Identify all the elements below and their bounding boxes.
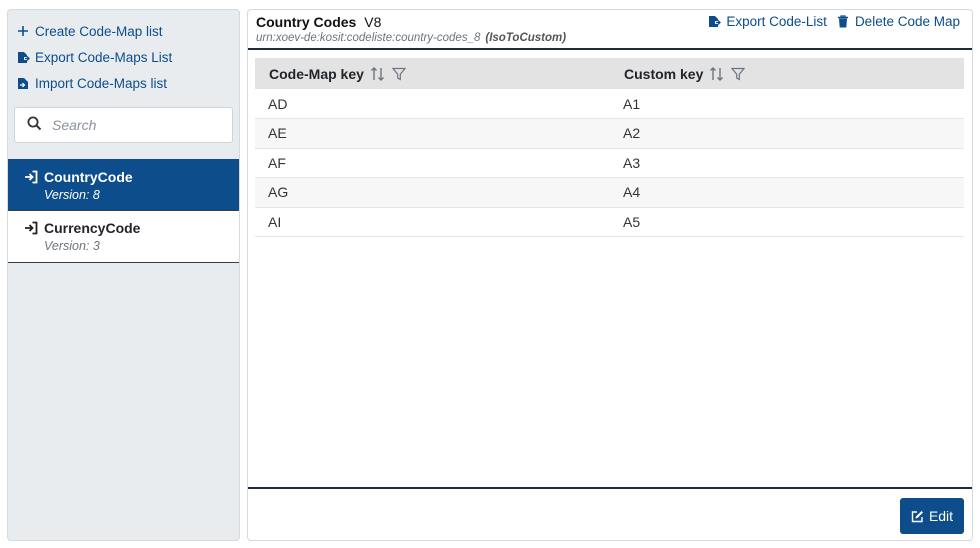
code-map-key-cell: AF <box>255 148 610 178</box>
column-header-label: Custom key <box>624 65 704 82</box>
list-item-currencycode[interactable]: CurrencyCode Version: 3 <box>8 211 239 263</box>
filter-icon[interactable] <box>731 67 746 81</box>
edit-icon <box>911 510 924 523</box>
search-input[interactable] <box>52 117 222 133</box>
sign-in-icon <box>24 170 38 184</box>
custom-key-cell: A4 <box>610 177 964 208</box>
urn-text: urn:xoev-de:kosit:codeliste:country-code… <box>256 32 481 44</box>
export-code-list-label: Export Code-List <box>726 14 827 29</box>
export-code-list-button[interactable]: Export Code-List <box>708 14 827 29</box>
table-row[interactable]: AG A4 <box>255 177 964 208</box>
header-actions: Export Code-List Delete Code Map <box>708 14 960 29</box>
sign-in-icon <box>24 221 38 235</box>
code-map-sidebar: Create Code-Map list Export Code-Maps Li… <box>7 9 240 541</box>
list-item-title: CurrencyCode <box>44 220 141 236</box>
delete-code-map-button[interactable]: Delete Code Map <box>837 14 960 29</box>
filter-icon[interactable] <box>391 67 406 81</box>
trash-icon <box>837 14 851 29</box>
search-icon <box>27 116 42 134</box>
custom-key-cell: A2 <box>610 118 964 149</box>
column-header-code-map-key: Code-Map key <box>255 58 610 89</box>
create-code-map-list-link[interactable]: Create Code-Map list <box>16 18 239 44</box>
detail-header: Country Codes V8 urn:xoev-de:kosit:codel… <box>248 10 972 50</box>
code-map-key-cell: AE <box>255 118 610 149</box>
detail-footer: Edit <box>248 487 972 540</box>
code-map-list: CountryCode Version: 8 CurrencyCode Vers… <box>8 159 239 263</box>
detail-urn: urn:xoev-de:kosit:codeliste:country-code… <box>256 32 972 44</box>
mapping-type: (IsoToCustom) <box>485 32 567 44</box>
detail-title: Country Codes <box>256 14 357 30</box>
sidebar-actions: Create Code-Map list Export Code-Maps Li… <box>8 10 239 96</box>
table-row[interactable]: AD A1 <box>255 89 964 119</box>
sort-icon[interactable] <box>709 66 725 82</box>
detail-version: V8 <box>364 14 382 30</box>
column-header-custom-key: Custom key <box>610 58 964 89</box>
create-code-map-list-label: Create Code-Map list <box>35 23 163 39</box>
code-map-detail: Country Codes V8 urn:xoev-de:kosit:codel… <box>247 9 973 541</box>
list-item-version: Version: 3 <box>44 239 100 253</box>
edit-button[interactable]: Edit <box>900 498 964 534</box>
file-import-icon <box>16 76 30 90</box>
code-map-key-cell: AD <box>255 89 610 119</box>
custom-key-cell: A1 <box>610 89 964 119</box>
table-row[interactable]: AF A3 <box>255 148 964 178</box>
search-box <box>14 107 233 143</box>
import-code-maps-list-label: Import Code-Maps list <box>35 75 168 91</box>
column-header-label: Code-Map key <box>269 65 364 82</box>
list-item-countrycode[interactable]: CountryCode Version: 8 <box>8 159 239 211</box>
file-export-icon <box>16 50 30 64</box>
export-code-maps-list-label: Export Code-Maps List <box>35 49 173 65</box>
code-map-key-cell: AI <box>255 207 610 237</box>
sort-icon[interactable] <box>370 66 386 82</box>
table-row[interactable]: AE A2 <box>255 118 964 149</box>
import-code-maps-list-link[interactable]: Import Code-Maps list <box>16 70 239 96</box>
plus-icon <box>16 24 30 38</box>
file-export-icon <box>708 15 722 29</box>
list-item-title: CountryCode <box>44 169 133 185</box>
delete-code-map-label: Delete Code Map <box>854 14 960 29</box>
code-map-key-cell: AG <box>255 177 610 208</box>
table-row[interactable]: AI A5 <box>255 207 964 237</box>
code-map-table: Code-Map key Custom key AD A1 AE A2 AF A… <box>255 58 964 237</box>
export-code-maps-list-link[interactable]: Export Code-Maps List <box>16 44 239 70</box>
custom-key-cell: A3 <box>610 148 964 178</box>
edit-button-label: Edit <box>928 508 954 524</box>
list-item-version: Version: 8 <box>44 188 100 202</box>
custom-key-cell: A5 <box>610 207 964 237</box>
